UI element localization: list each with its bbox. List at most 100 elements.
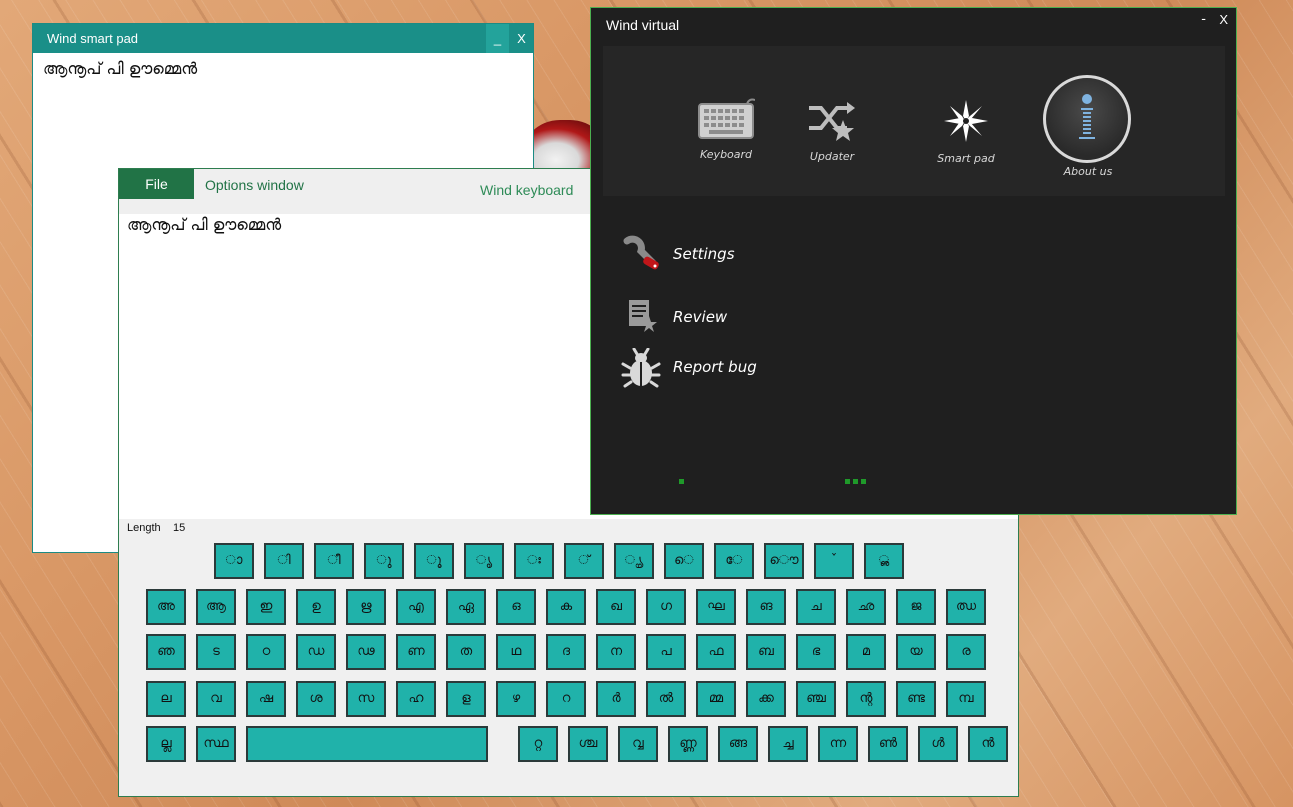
keyboard-key[interactable]: ഭ <box>796 634 836 670</box>
report-bug-menu-item[interactable]: Report bug <box>621 347 757 388</box>
options-window-tab[interactable]: Options window <box>205 177 304 193</box>
keyboard-key[interactable]: ർ <box>596 681 636 717</box>
keyboard-key[interactable]: സ <box>346 681 386 717</box>
keyboard-key[interactable]: ഒ <box>496 589 536 625</box>
keyboard-key[interactable]: മ്മ <box>696 681 736 717</box>
editor-text-area[interactable]: ആനൂപ് പി ഊമ്മെൻ <box>127 215 281 235</box>
updater-tile[interactable]: Updater <box>787 98 877 163</box>
keyboard-key[interactable]: ല്ല <box>146 726 186 762</box>
keyboard-key[interactable]: ഷ <box>246 681 286 717</box>
keyboard-key[interactable]: അ <box>146 589 186 625</box>
keyboard-key[interactable]: റ <box>546 681 586 717</box>
keyboard-key[interactable]: ൂ <box>414 543 454 579</box>
keyboard-key[interactable]: ണ <box>396 634 436 670</box>
keyboard-key[interactable]: ഉ <box>296 589 336 625</box>
keyboard-key[interactable]: ൃ <box>464 543 504 579</box>
keyboard-key[interactable]: മ <box>846 634 886 670</box>
keyboard-key[interactable]: ണ്ട <box>896 681 936 717</box>
keyboard-key[interactable]: േ <box>714 543 754 579</box>
keyboard-key[interactable]: ച്ച <box>768 726 808 762</box>
keyboard-key[interactable]: ണ്ണ <box>668 726 708 762</box>
about-us-tile-label: About us <box>1063 165 1113 178</box>
keyboard-key[interactable]: യ <box>896 634 936 670</box>
keyboard-key[interactable]: വ്വ <box>618 726 658 762</box>
keyboard-key[interactable]: ക <box>546 589 586 625</box>
icon-toolbar: Keyboard Updater Smart pad About us <box>603 46 1225 196</box>
keyboard-key[interactable]: ഝ <box>946 589 986 625</box>
keyboard-key[interactable]: ഖ <box>596 589 636 625</box>
keyboard-key[interactable]: ഢ <box>346 634 386 670</box>
keyboard-key[interactable]: ട <box>196 634 236 670</box>
keyboard-key[interactable]: ൻ <box>968 726 1008 762</box>
keyboard-key[interactable]: പ <box>646 634 686 670</box>
wind-virtual-title: Wind virtual <box>606 17 680 33</box>
keyboard-key[interactable]: ൽ <box>646 681 686 717</box>
keyboard-key[interactable]: ൺ <box>868 726 908 762</box>
keyboard-key[interactable]: ഞ്ച <box>796 681 836 717</box>
keyboard-key[interactable]: ശ <box>296 681 336 717</box>
smart-pad-text-area[interactable]: ആനൂപ് പി ഊമ്മെൻ <box>43 59 197 79</box>
wind-keyboard-label: Wind keyboard <box>480 182 574 198</box>
keyboard-key[interactable]: ഋ <box>346 589 386 625</box>
keyboard-key[interactable]: ച <box>796 589 836 625</box>
keyboard-key[interactable]: ു <box>364 543 404 579</box>
close-button[interactable]: X <box>510 24 533 53</box>
keyboard-key[interactable]: ് <box>564 543 604 579</box>
keyboard-key[interactable]: ഗ <box>646 589 686 625</box>
keyboard-key[interactable]: ീ <box>314 543 354 579</box>
keyboard-key[interactable]: ള <box>446 681 486 717</box>
keyboard-key[interactable]: ഠ <box>246 634 286 670</box>
about-us-tile[interactable] <box>1043 75 1131 163</box>
keyboard-key[interactable]: ൄ <box>614 543 654 579</box>
keyboard-key[interactable]: ബ <box>746 634 786 670</box>
keyboard-key[interactable]: ന <box>596 634 636 670</box>
keyboard-key[interactable]: ൾ <box>918 726 958 762</box>
keyboard-key[interactable]: ഇ <box>246 589 286 625</box>
keyboard-key[interactable]: ഫ <box>696 634 736 670</box>
keyboard-key[interactable]: ഘ <box>696 589 736 625</box>
keyboard-key[interactable]: വ <box>196 681 236 717</box>
review-menu-item[interactable]: Review <box>621 298 727 338</box>
minimize-button[interactable]: _ <box>486 24 509 53</box>
keyboard-key[interactable]: സ്ഥ <box>196 726 236 762</box>
keyboard-key[interactable]: ങ്ങ <box>718 726 758 762</box>
minimize-button[interactable]: - <box>1201 12 1206 27</box>
keyboard-key[interactable]: ി <box>264 543 304 579</box>
keyboard-key[interactable]: ങ <box>746 589 786 625</box>
keyboard-key[interactable]: ഃ <box>514 543 554 579</box>
smart-pad-tile[interactable]: Smart pad <box>921 98 1011 165</box>
keyboard-key[interactable]: ദ <box>546 634 586 670</box>
smart-pad-titlebar[interactable]: Wind smart pad _ X <box>33 24 533 53</box>
updater-tile-label: Updater <box>809 150 855 163</box>
keyboard-key[interactable]: ഴ <box>496 681 536 717</box>
keyboard-key[interactable]: ആ <box>196 589 236 625</box>
keyboard-key[interactable]: ാ <box>214 543 254 579</box>
keyboard-key[interactable]: ˇ <box>814 543 854 579</box>
keyboard-key[interactable]: ന്റ <box>846 681 886 717</box>
keyboard-key[interactable]: ഞ <box>146 634 186 670</box>
file-menu-button[interactable]: File <box>119 169 194 199</box>
keyboard-key[interactable]: ൢ <box>864 543 904 579</box>
keyboard-key[interactable]: മ്പ <box>946 681 986 717</box>
smart-pad-title: Wind smart pad <box>47 31 139 46</box>
keyboard-key[interactable]: ഹ <box>396 681 436 717</box>
space-key[interactable] <box>246 726 488 762</box>
close-button[interactable]: X <box>1219 12 1228 27</box>
keyboard-key[interactable]: ല <box>146 681 186 717</box>
keyboard-key[interactable]: ജ <box>896 589 936 625</box>
keyboard-key[interactable]: എ <box>396 589 436 625</box>
keyboard-key[interactable]: ൌ <box>764 543 804 579</box>
keyboard-key[interactable]: ഏ <box>446 589 486 625</box>
keyboard-key[interactable]: െ <box>664 543 704 579</box>
keyboard-key[interactable]: ഛ <box>846 589 886 625</box>
keyboard-key[interactable]: ന്ന <box>818 726 858 762</box>
keyboard-key[interactable]: ര <box>946 634 986 670</box>
keyboard-key[interactable]: ക്ക <box>746 681 786 717</box>
keyboard-tile[interactable]: Keyboard <box>681 98 771 161</box>
settings-menu-item[interactable]: Settings <box>621 235 735 275</box>
keyboard-key[interactable]: ഡ <box>296 634 336 670</box>
keyboard-key[interactable]: റ്റ <box>518 726 558 762</box>
keyboard-key[interactable]: ത <box>446 634 486 670</box>
keyboard-key[interactable]: ശ്ച <box>568 726 608 762</box>
keyboard-key[interactable]: ഥ <box>496 634 536 670</box>
